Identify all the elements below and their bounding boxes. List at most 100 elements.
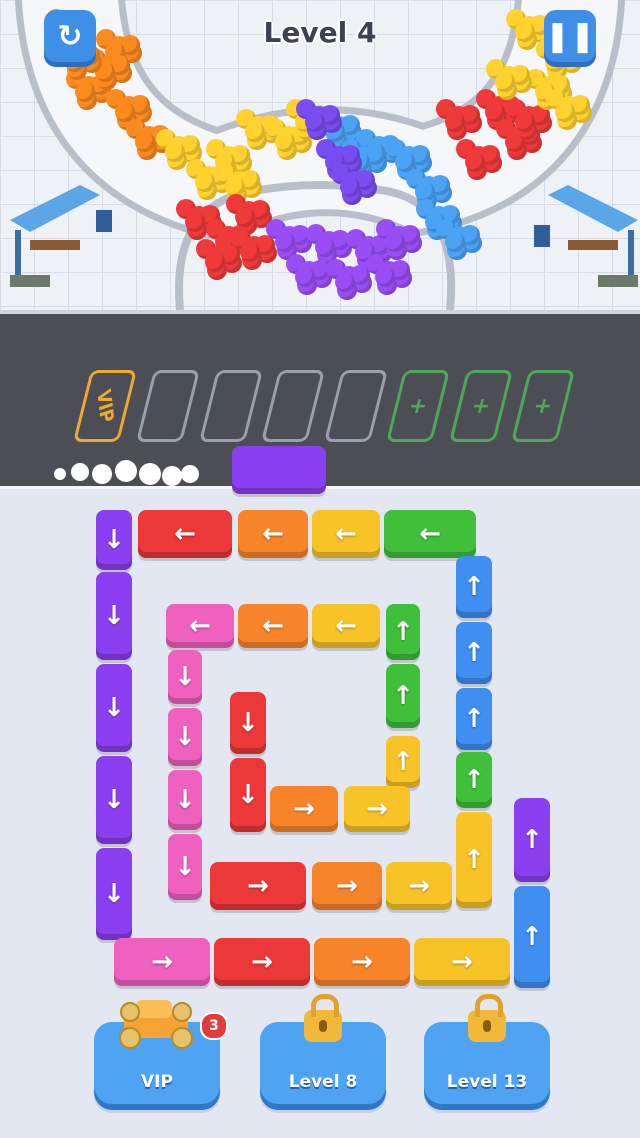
bus-yellow-up[interactable]: ↑ <box>456 812 492 908</box>
bus-purple-down[interactable]: ↓ <box>96 510 132 570</box>
locked-slot[interactable]: + <box>449 370 513 442</box>
direction-arrow-icon: ← <box>189 611 211 641</box>
bus-orange-right[interactable]: → <box>312 862 382 910</box>
pause-button[interactable]: ❚❚ <box>544 10 596 62</box>
bus-stop-left <box>10 185 112 287</box>
pause-icon: ❚❚ <box>544 18 596 54</box>
direction-arrow-icon: ↓ <box>103 693 125 723</box>
bus-blue-up[interactable]: ↑ <box>456 688 492 750</box>
bus-red-left[interactable]: ← <box>138 510 232 558</box>
bus-yellow-left[interactable]: ← <box>312 510 380 558</box>
direction-arrow-icon: ↑ <box>463 845 485 875</box>
bus-pink-down[interactable]: ↓ <box>168 708 202 766</box>
bus-green-up[interactable]: ↑ <box>386 604 420 660</box>
bus-orange-right[interactable]: → <box>270 786 338 832</box>
direction-arrow-icon: → <box>151 947 173 977</box>
direction-arrow-icon: ↓ <box>103 601 125 631</box>
direction-arrow-icon: ← <box>262 519 284 549</box>
bus-green-up[interactable]: ↑ <box>456 752 492 808</box>
parking-slot <box>136 370 200 442</box>
passenger <box>275 132 295 152</box>
bus-red-down[interactable]: ↓ <box>230 758 266 832</box>
restart-button[interactable]: ↻ <box>44 10 96 62</box>
locked-slot[interactable]: + <box>511 370 575 442</box>
direction-arrow-icon: ↓ <box>103 525 125 555</box>
direction-arrow-icon: ↓ <box>174 785 196 815</box>
bus-red-right[interactable]: → <box>210 862 306 910</box>
direction-arrow-icon: ↑ <box>521 825 543 855</box>
direction-arrow-icon: ↓ <box>103 785 125 815</box>
passenger <box>555 102 575 122</box>
game-stage: ↻ Level 4 ❚❚ VIP + + + ← ← ← ← ↓ ↓ ↓ ↓ ↓ ← ← ← ↑ ↑ ↓ ↓ ↓… <box>0 0 640 1138</box>
vip-parking-slot: VIP <box>73 370 137 442</box>
bus-pink-right[interactable]: → <box>114 938 210 986</box>
direction-arrow-icon: ↑ <box>463 765 485 795</box>
level-8-button[interactable]: Level 8 <box>260 994 386 1104</box>
lock-icon <box>468 994 506 1042</box>
passenger <box>195 172 215 192</box>
bus-pink-left[interactable]: ← <box>166 604 234 648</box>
vip-car-icon <box>119 1000 193 1049</box>
passenger <box>240 242 260 262</box>
bus-stop-right <box>534 185 638 287</box>
direction-arrow-icon: ↓ <box>237 780 259 810</box>
direction-arrow-icon: → <box>366 794 388 824</box>
passenger <box>275 232 295 252</box>
passenger <box>465 152 485 172</box>
locked-slot[interactable]: + <box>386 370 450 442</box>
bus-purple-left[interactable] <box>232 446 326 494</box>
passenger <box>445 232 465 252</box>
passenger <box>495 72 515 92</box>
restart-icon: ↻ <box>57 18 83 54</box>
bus-green-left[interactable]: ← <box>384 510 476 558</box>
bus-pink-down[interactable]: ↓ <box>168 770 202 830</box>
bus-blue-up[interactable]: ↑ <box>456 556 492 618</box>
passenger <box>245 122 265 142</box>
direction-arrow-icon: ← <box>335 611 357 641</box>
bus-yellow-up[interactable]: ↑ <box>386 736 420 788</box>
bus-green-up[interactable]: ↑ <box>386 664 420 728</box>
bus-orange-left[interactable]: ← <box>238 510 308 558</box>
passenger <box>375 267 395 287</box>
bus-yellow-right[interactable]: → <box>414 938 510 986</box>
parking-slot <box>324 370 388 442</box>
vip-count-badge: 3 <box>200 1012 228 1040</box>
direction-arrow-icon: → <box>451 947 473 977</box>
bus-blue-up[interactable]: ↑ <box>456 622 492 684</box>
direction-arrow-icon: ← <box>262 611 284 641</box>
bus-purple-down[interactable]: ↓ <box>96 572 132 660</box>
bus-yellow-left[interactable]: ← <box>312 604 380 648</box>
passenger <box>185 212 205 232</box>
passenger <box>335 272 355 292</box>
parking-slot <box>261 370 325 442</box>
bus-purple-down[interactable]: ↓ <box>96 848 132 940</box>
bus-orange-right[interactable]: → <box>314 938 410 986</box>
vip-button[interactable]: 3 VIP <box>94 1000 228 1104</box>
vip-label: VIP <box>141 1072 173 1092</box>
direction-arrow-icon: ↓ <box>174 662 196 692</box>
direction-arrow-icon: ← <box>419 519 441 549</box>
bus-orange-left[interactable]: ← <box>238 604 308 648</box>
bus-pink-down[interactable]: ↓ <box>168 650 202 704</box>
bus-pink-down[interactable]: ↓ <box>168 834 202 900</box>
bus-purple-up[interactable]: ↑ <box>514 798 550 882</box>
level-8-label: Level 8 <box>288 1072 358 1092</box>
bus-yellow-right[interactable]: → <box>344 786 410 832</box>
bus-blue-up[interactable]: ↑ <box>514 886 550 988</box>
level-13-button[interactable]: Level 13 <box>424 994 550 1104</box>
direction-arrow-icon: ↑ <box>392 747 414 777</box>
direction-arrow-icon: ↑ <box>521 922 543 952</box>
bus-red-right[interactable]: → <box>214 938 310 986</box>
direction-arrow-icon: ← <box>335 519 357 549</box>
bus-yellow-right[interactable]: → <box>386 862 452 910</box>
direction-arrow-icon: → <box>293 794 315 824</box>
parking-slot <box>199 370 263 442</box>
direction-arrow-icon: ↑ <box>463 572 485 602</box>
bus-purple-down[interactable]: ↓ <box>96 756 132 844</box>
bus-red-down[interactable]: ↓ <box>230 692 266 754</box>
bus-purple-down[interactable]: ↓ <box>96 664 132 752</box>
direction-arrow-icon: → <box>336 871 358 901</box>
lock-icon <box>304 994 342 1042</box>
direction-arrow-icon: → <box>351 947 373 977</box>
direction-arrow-icon: ↓ <box>103 879 125 909</box>
